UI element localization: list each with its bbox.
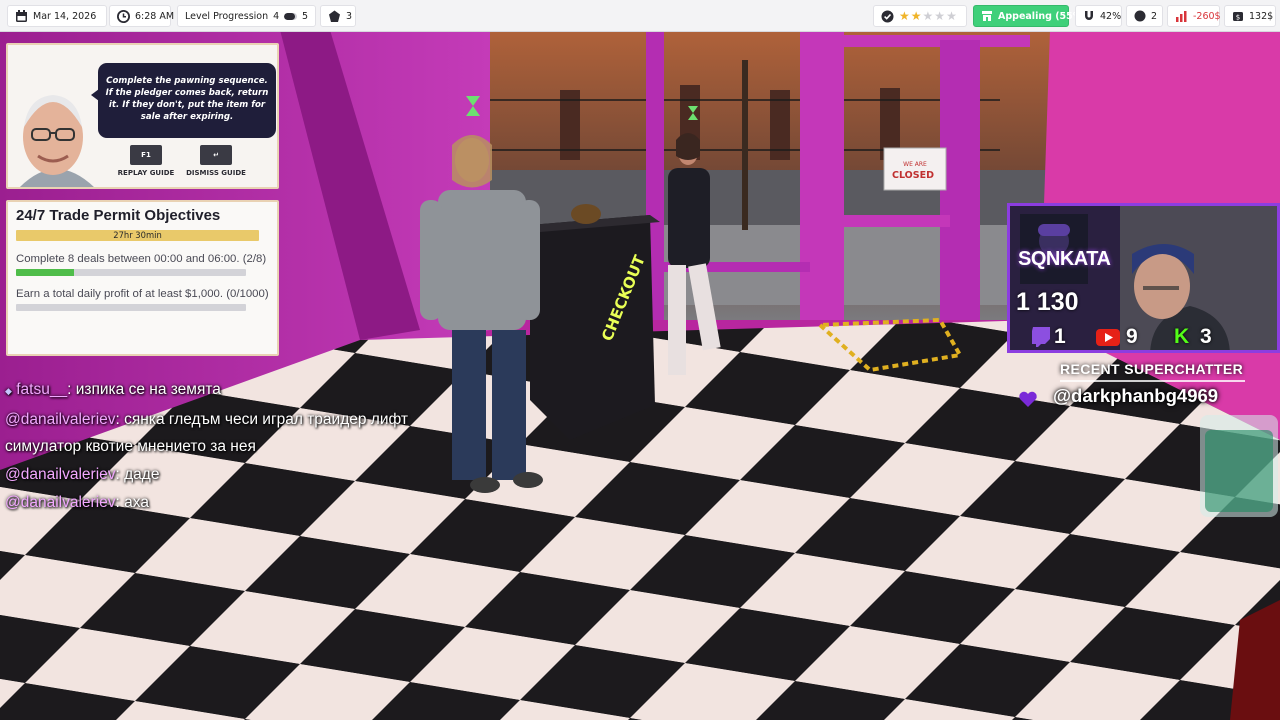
date-display: Mar 14, 2026 — [7, 5, 107, 27]
security-display: 42% — [1075, 5, 1122, 27]
badge-count: 3 — [346, 10, 353, 22]
level-progress-fill — [284, 12, 296, 20]
objectives-panel: 24/7 Trade Permit Objectives 27hr 30min … — [6, 200, 279, 356]
star-icon: ★ — [910, 9, 922, 23]
verified-icon — [881, 10, 894, 22]
twitch-count: 1 — [1054, 325, 1066, 348]
objective-2-text: Earn a total daily profit of at least $1… — [16, 288, 269, 300]
time-text: 6:28 AM — [135, 10, 175, 22]
chat-message: @danailvaleriev: аха — [5, 493, 149, 511]
chat-badge-icon: ◆ — [5, 386, 12, 396]
objective-1-progress — [16, 269, 246, 276]
appeal-text: Appealing (55%) — [998, 10, 1087, 22]
replay-key: F1 — [130, 145, 162, 165]
clock-icon — [117, 9, 130, 23]
security-text: 42% — [1100, 10, 1122, 22]
kick-count: 3 — [1200, 325, 1212, 348]
moves-display: 2 — [1126, 5, 1163, 27]
profit-text: -260$ — [1193, 10, 1221, 22]
twitch-icon — [1032, 327, 1050, 347]
objectives-title: 24/7 Trade Permit Objectives — [16, 207, 221, 224]
badge-icon — [329, 10, 340, 22]
dismiss-guide-button[interactable]: ↵ DISMISS GUIDE — [186, 145, 246, 178]
time-display: 6:28 AM — [109, 5, 175, 27]
streamer-brand: SQNKATA — [1018, 248, 1111, 270]
star-icon: ★ — [934, 9, 946, 23]
date-text: Mar 14, 2026 — [33, 10, 97, 22]
profit-display: -260$ — [1167, 5, 1221, 27]
enter-key-icon: ↵ — [200, 145, 232, 165]
svg-text:$: $ — [1236, 14, 1240, 22]
stream-chat: ◆ fatsu__: изпика се на земята @danailva… — [5, 376, 465, 517]
objective-timer: 27hr 30min — [16, 230, 259, 241]
superchatter-divider — [1060, 380, 1245, 382]
superchatter-name: @darkphanbg4969 — [1053, 385, 1219, 406]
chat-user: @danailvaleriev — [5, 493, 116, 511]
cash-display: $ 132$ — [1224, 5, 1276, 27]
chat-message: ◆ fatsu__: изпика се на земята — [5, 381, 221, 398]
replay-guide-button[interactable]: F1 REPLAY GUIDE — [116, 145, 176, 178]
money-icon: $ — [1233, 12, 1243, 22]
appeal-status: Appealing (55%) — [973, 5, 1087, 27]
follower-count: 1 130 — [1016, 288, 1079, 316]
chart-icon — [1176, 11, 1187, 22]
rating-stars: ★ ★ ★ ★ ★ — [899, 10, 957, 22]
rating-display: ★ ★ ★ ★ ★ — [873, 5, 967, 27]
level-next: 5 — [301, 10, 308, 22]
level-progress-bar — [284, 12, 297, 20]
top-hud-bar: Mar 14, 2026 6:28 AM Level Progression 4… — [0, 0, 1280, 32]
replay-guide-label: REPLAY GUIDE — [117, 169, 175, 177]
advisor-portrait — [8, 49, 106, 187]
closed-sign: CLOSED — [892, 170, 934, 181]
heart-icon — [1019, 391, 1037, 407]
chat-text: аха — [124, 493, 149, 511]
objective-2-progress — [16, 304, 246, 311]
guide-message: Complete the pawning sequence. If the pl… — [91, 63, 276, 138]
level-label: Level Progression — [185, 10, 269, 22]
youtube-count: 9 — [1126, 325, 1138, 348]
shop-icon — [982, 11, 992, 21]
dismiss-guide-label: DISMISS GUIDE — [186, 169, 246, 177]
kick-icon: K — [1174, 325, 1190, 348]
streamer-overlay: SQNKATA 1 130 1 9 K 3 — [1007, 203, 1280, 353]
chat-message: @danailvaleriev: даде — [5, 466, 160, 484]
chat-user: @danailvaleriev — [5, 410, 116, 428]
closed-sign-top: WE ARE — [903, 161, 927, 168]
chat-text: даде — [124, 466, 160, 484]
moves-text: 2 — [1151, 10, 1158, 22]
chat-message: @danailvaleriev: сянка гледъм чеси играл… — [5, 410, 408, 456]
magnet-icon — [1085, 11, 1093, 20]
cash-text: 132$ — [1249, 10, 1274, 22]
chat-user: @danailvaleriev — [5, 466, 116, 484]
star-icon: ★ — [922, 9, 934, 23]
youtube-icon — [1096, 329, 1120, 346]
level-current: 4 — [273, 10, 280, 22]
star-icon: ★ — [946, 9, 957, 23]
superchatter-label: RECENT SUPERCHATTER — [1060, 361, 1244, 377]
level-progression: Level Progression 4 5 — [177, 5, 316, 27]
objective-timer-text: 27hr 30min — [113, 230, 162, 240]
star-icon: ★ — [899, 9, 910, 23]
calendar-icon — [16, 9, 27, 22]
head-icon — [1134, 10, 1146, 22]
chat-text: изпика се на земята — [75, 381, 221, 398]
chat-user: fatsu__ — [16, 381, 68, 398]
guide-panel: Complete the pawning sequence. If the pl… — [6, 43, 279, 189]
objective-1-text: Complete 8 deals between 00:00 and 06:00… — [16, 253, 267, 265]
objective-1-fill — [16, 269, 74, 276]
badge-display: 3 — [320, 5, 356, 27]
